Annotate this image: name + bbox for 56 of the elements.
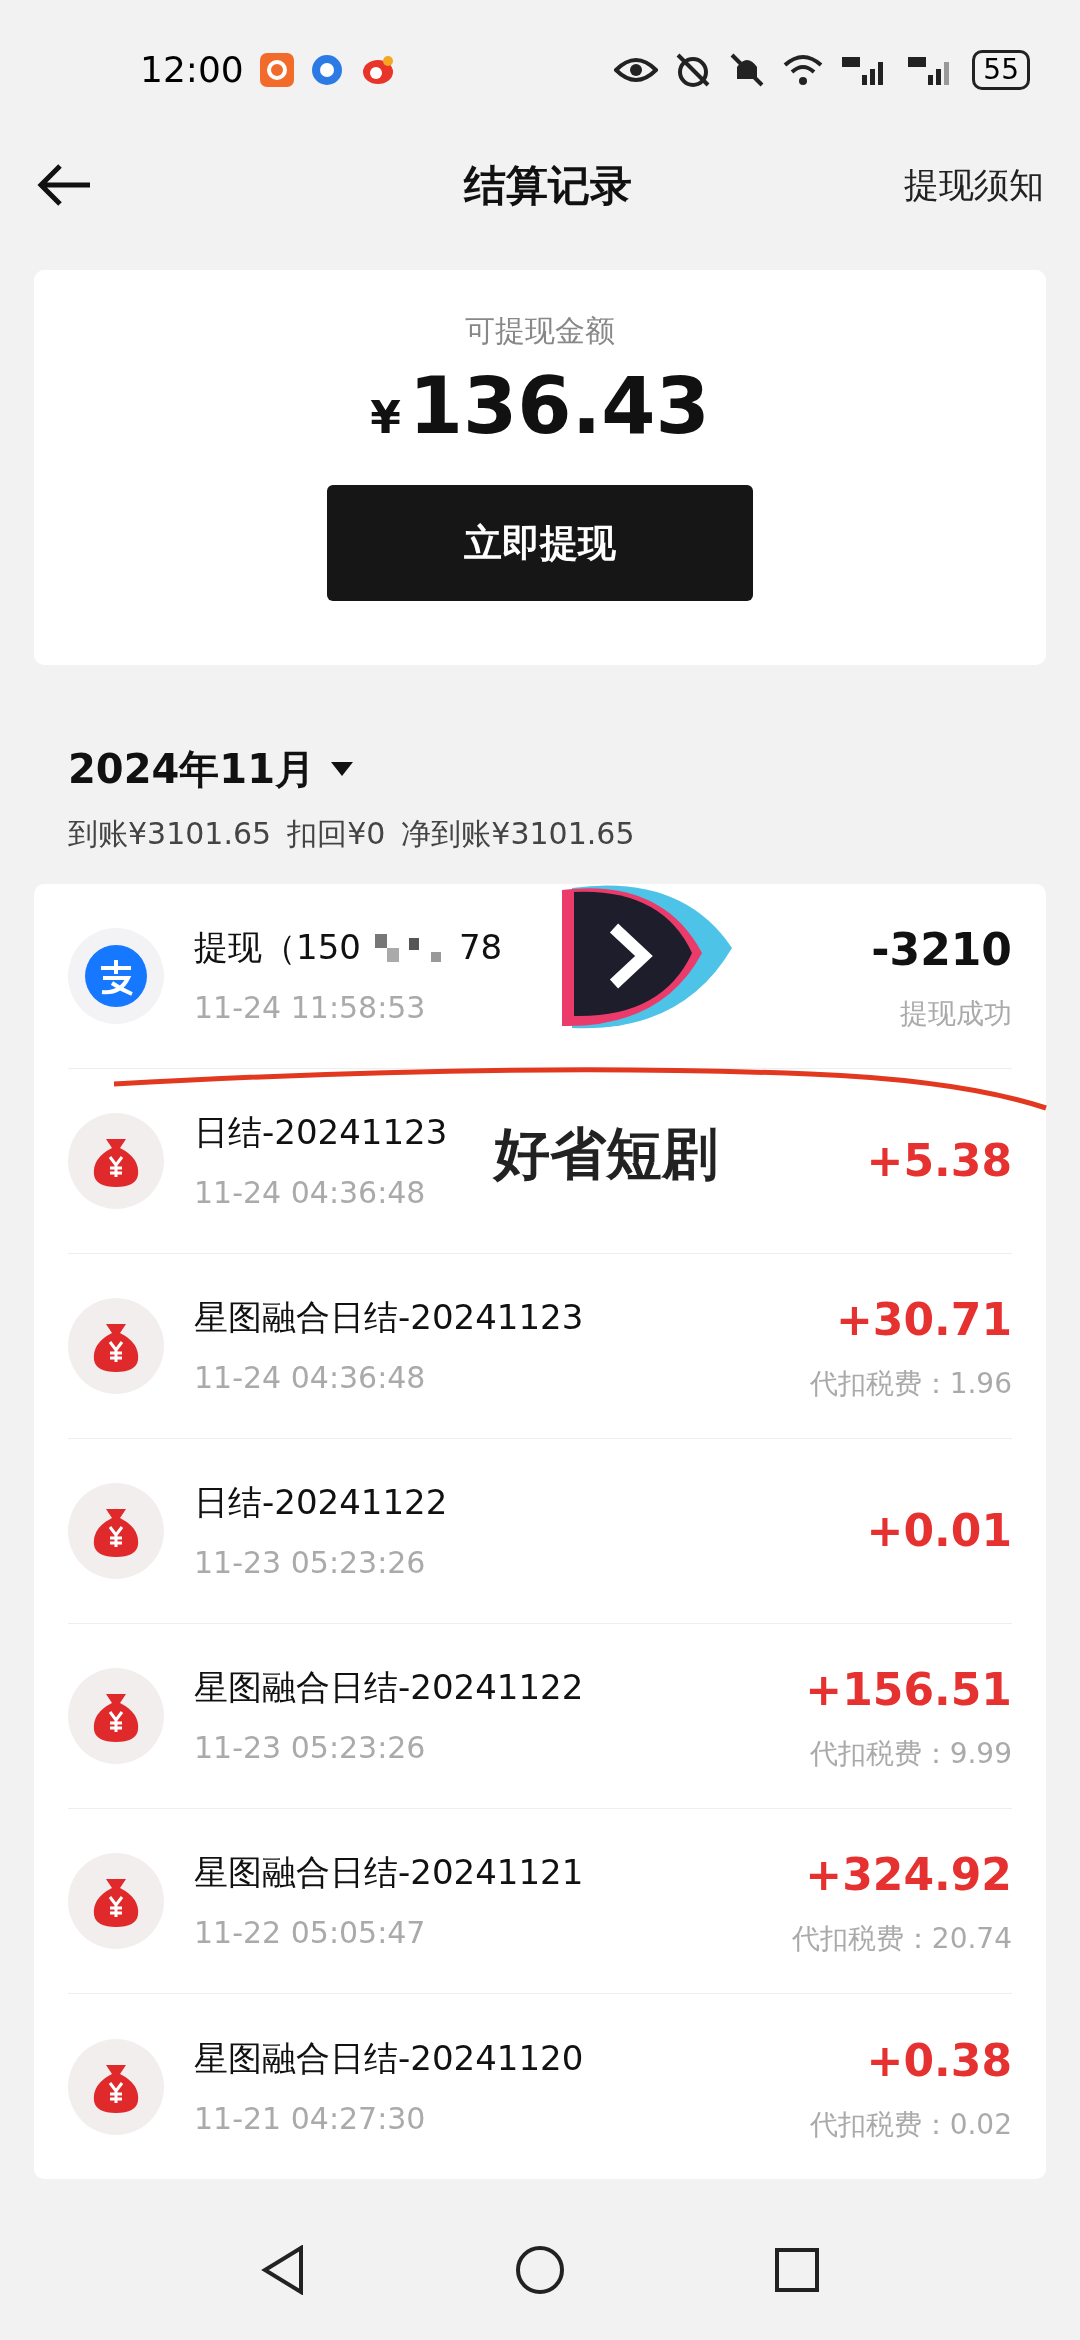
- month-summary-text: 净到账¥3101.65: [401, 815, 635, 853]
- month-summary-text: 扣回¥0: [287, 815, 386, 853]
- record-amount: +5.38: [866, 1134, 1012, 1188]
- record-amount: +0.38: [866, 2033, 1012, 2088]
- back-arrow-icon[interactable]: [36, 162, 92, 208]
- record-amount: +0.01: [866, 1504, 1012, 1558]
- balance-amount: 136.43: [408, 367, 710, 445]
- withdraw-button[interactable]: 立即提现: [327, 485, 753, 601]
- wifi-icon: [782, 53, 825, 87]
- record-time: 11-24 04:36:48: [194, 1359, 427, 1397]
- record-title: 星图融合日结-20241120: [194, 2036, 584, 2080]
- record-title: 日结-20241122: [194, 1481, 448, 1524]
- month-summary-text: 到账¥3101.65: [68, 815, 272, 853]
- clock: 12:00: [140, 48, 244, 92]
- overlay-caption: 好省短剧: [494, 1120, 718, 1188]
- record-title: 星图融合日结-20241121: [194, 1851, 584, 1894]
- record-amount: +324.92: [805, 1848, 1012, 1902]
- record-title: 星图融合日结-20241122: [194, 1666, 584, 1709]
- payment-app-icon: [68, 928, 164, 1024]
- record-title: 78: [458, 926, 503, 969]
- dropdown-caret-icon[interactable]: [331, 762, 353, 776]
- withdraw-notice-link[interactable]: 提现须知: [904, 158, 1044, 212]
- record-note: 提现成功: [900, 996, 1012, 1032]
- record-amount: -3210: [871, 923, 1012, 977]
- month-selector[interactable]: 2024年11月: [68, 739, 315, 799]
- money-bag-icon: [68, 1668, 164, 1764]
- record-title: 星图融合日结-20241123: [194, 1296, 584, 1339]
- record-title: 提现（150: [194, 926, 361, 969]
- money-bag-icon: [68, 2038, 164, 2135]
- record-note: 代扣税费：20.74: [791, 1921, 1012, 1957]
- record-time: 11-24 11:58:53: [194, 989, 427, 1027]
- money-bag-icon: [68, 1298, 164, 1394]
- record-time: 11-21 04:27:30: [194, 2099, 427, 2138]
- home-nav-icon[interactable]: [515, 2245, 565, 2295]
- app-notification-icon: [309, 53, 344, 87]
- back-nav-icon[interactable]: [261, 2245, 305, 2295]
- money-bag-icon: [68, 1853, 164, 1949]
- record-note: 代扣税费：9.99: [809, 1736, 1012, 1772]
- page-title: 结算记录: [462, 159, 632, 212]
- balance-label: 可提现金额: [465, 312, 615, 350]
- record-note: 代扣税费：1.96: [809, 1366, 1012, 1402]
- record-time: 11-23 05:23:26: [194, 1544, 427, 1582]
- record-note: 代扣税费：0.02: [809, 2106, 1012, 2143]
- app-notification-icon: [259, 53, 294, 87]
- eye-icon: [614, 55, 659, 85]
- money-bag-icon: [68, 1483, 164, 1579]
- record-time: 11-22 05:05:47: [194, 1914, 427, 1952]
- record-time: 11-24 04:36:48: [194, 1174, 427, 1212]
- money-bag-icon: [68, 1113, 164, 1209]
- record-amount: +30.71: [835, 1293, 1012, 1347]
- record-time: 11-23 05:23:26: [194, 1729, 427, 1767]
- battery-indicator: 55: [972, 50, 1030, 90]
- record-amount: +156.51: [805, 1663, 1012, 1717]
- recents-nav-icon[interactable]: [775, 2248, 819, 2292]
- record-title: 日结-20241123: [194, 1111, 448, 1154]
- currency-symbol: ¥: [370, 391, 401, 445]
